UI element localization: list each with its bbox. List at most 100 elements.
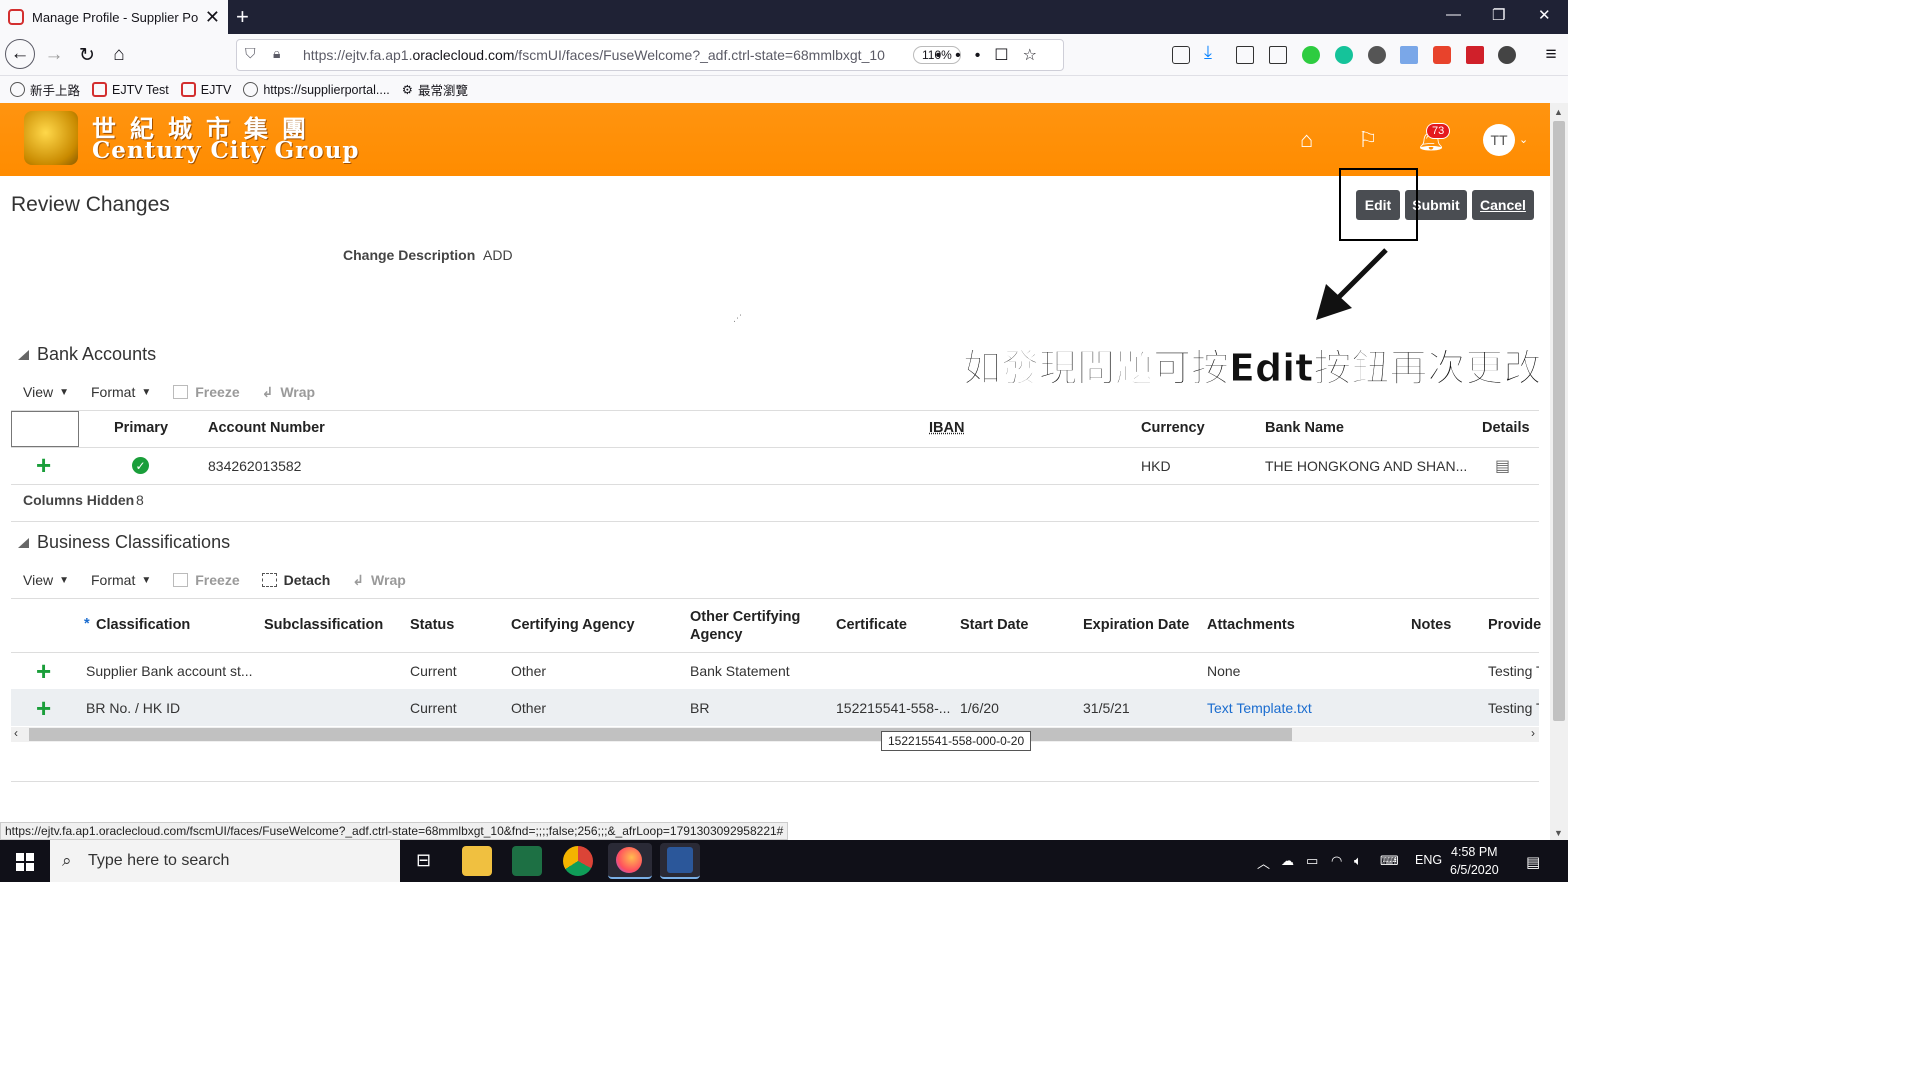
url-text[interactable]: https://ejtv.fa.ap1.oraclecloud.com/fscm…	[303, 47, 893, 63]
column-header-primary[interactable]: Primary	[114, 420, 168, 436]
scrollbar-thumb[interactable]	[29, 728, 1292, 741]
column-header-start-date[interactable]: Start Date	[960, 617, 1029, 633]
onedrive-icon[interactable]: ☁	[1281, 853, 1294, 869]
download-icon[interactable]: ⤓	[1204, 42, 1222, 62]
page-scrollbar[interactable]: ▲ ▼	[1550, 103, 1568, 840]
scrollbar-thumb[interactable]	[1553, 121, 1565, 721]
taskbar-search[interactable]: ⌕ Type here to search	[50, 840, 400, 882]
collapse-icon[interactable]	[18, 349, 29, 360]
action-center-icon[interactable]: ▤	[1526, 853, 1540, 871]
table-horizontal-scrollbar[interactable]: ‹ ›	[11, 726, 1539, 742]
close-tab-icon[interactable]: ✕	[205, 7, 220, 28]
shield-icon[interactable]: ⛉	[245, 45, 256, 62]
flag-icon[interactable]: ⚐	[1358, 127, 1378, 153]
grammarly-icon[interactable]	[1335, 46, 1353, 64]
column-header-currency[interactable]: Currency	[1141, 420, 1205, 436]
menu-icon[interactable]: ≡	[1538, 42, 1564, 68]
battery-icon[interactable]: ▭	[1306, 853, 1318, 869]
chevron-down-icon[interactable]: ⌄	[1519, 133, 1528, 146]
column-header-notes[interactable]: Notes	[1411, 617, 1451, 633]
reading-list-icon[interactable]	[1172, 46, 1190, 64]
excel-icon[interactable]	[512, 846, 542, 876]
column-header-certifying-agency[interactable]: Certifying Agency	[511, 617, 635, 633]
word-taskbar-item[interactable]	[660, 843, 700, 879]
scroll-down-icon[interactable]: ▼	[1554, 828, 1563, 838]
bookmark-item[interactable]: 新手上路	[10, 80, 80, 99]
restore-icon[interactable]: ❐	[1492, 6, 1505, 24]
url-bar[interactable]: ⛉ 🔒︎ https://ejtv.fa.ap1.oraclecloud.com…	[236, 39, 1064, 71]
notification-badge[interactable]: 73	[1426, 123, 1451, 139]
language-indicator[interactable]: ENG	[1415, 853, 1442, 867]
cancel-button[interactable]: Cancel	[1472, 190, 1534, 220]
firefox-taskbar-item[interactable]	[608, 843, 652, 879]
column-header-classification[interactable]: Classification	[96, 617, 190, 633]
browser-tab[interactable]: Manage Profile - Supplier Porta ✕	[0, 0, 228, 34]
column-header-expiration-date[interactable]: Expiration Date	[1083, 617, 1189, 633]
library-icon[interactable]	[1236, 46, 1254, 64]
column-header-provided-by[interactable]: Provide	[1488, 617, 1541, 633]
freeze-button[interactable]: Freeze	[173, 384, 240, 400]
shield-ext-icon[interactable]	[1433, 46, 1451, 64]
volume-icon[interactable]: 🔈︎	[1354, 853, 1362, 869]
page-actions[interactable]: •••☐☆	[936, 45, 1052, 65]
column-header-status[interactable]: Status	[410, 617, 454, 633]
reload-icon[interactable]: ↻	[74, 42, 100, 68]
collapse-icon[interactable]	[18, 537, 29, 548]
pdf-ext-icon[interactable]	[1466, 46, 1484, 64]
bookmark-item[interactable]: https://supplierportal....	[243, 82, 390, 97]
forward-icon[interactable]: →	[41, 42, 67, 68]
view-menu[interactable]: View ▼	[23, 572, 69, 588]
view-menu[interactable]: View ▼	[23, 384, 69, 400]
detach-button[interactable]: Detach	[261, 572, 330, 588]
column-header-details[interactable]: Details	[1482, 420, 1530, 436]
details-icon[interactable]: ▤	[1495, 456, 1510, 476]
column-header-bank-name[interactable]: Bank Name	[1265, 420, 1344, 436]
logo-english-name: Century City Group	[92, 137, 360, 164]
format-menu[interactable]: Format ▼	[91, 384, 151, 400]
attachment-link[interactable]: Text Template.txt	[1207, 700, 1312, 716]
column-header-other-certifying-agency[interactable]: Other Certifying Agency	[690, 608, 820, 644]
wrap-button[interactable]: ↲ Wrap	[352, 572, 405, 589]
row-selector-header[interactable]	[11, 411, 79, 447]
account-icon[interactable]	[1368, 46, 1386, 64]
scroll-left-icon[interactable]: ‹	[14, 726, 18, 740]
firefox-icon	[616, 847, 642, 873]
new-tab-icon[interactable]: +	[236, 4, 249, 30]
bookmark-item[interactable]: EJTV	[180, 82, 231, 97]
business-classifications-header[interactable]: Business Classifications	[18, 532, 230, 553]
extension-check-icon[interactable]	[1302, 46, 1320, 64]
scroll-right-icon[interactable]: ›	[1531, 726, 1535, 740]
scroll-up-icon[interactable]: ▲	[1554, 107, 1563, 117]
bookmark-ext-icon[interactable]	[1400, 46, 1418, 64]
wifi-icon[interactable]: ◠	[1331, 853, 1342, 869]
column-header-subclassification[interactable]: Subclassification	[264, 617, 383, 633]
freeze-button[interactable]: Freeze	[173, 572, 240, 588]
extension-icon[interactable]	[1498, 46, 1516, 64]
format-menu[interactable]: Format ▼	[91, 572, 151, 588]
column-header-account-number[interactable]: Account Number	[208, 420, 325, 436]
windows-start-icon[interactable]	[16, 853, 34, 871]
bookmark-item[interactable]: ⚙ 最常瀏覽	[402, 80, 468, 99]
taskbar-clock[interactable]: 4:58 PM 6/5/2020	[1450, 843, 1499, 879]
tray-chevron-icon[interactable]: ︿	[1257, 853, 1270, 872]
home-icon[interactable]: ⌂	[106, 42, 132, 68]
sidebar-icon[interactable]	[1269, 46, 1287, 64]
wrap-button[interactable]: ↲ Wrap	[262, 384, 315, 401]
column-header-certificate[interactable]: Certificate	[836, 617, 907, 633]
task-view-icon[interactable]: ⊟	[412, 846, 442, 876]
close-window-icon[interactable]: ✕	[1538, 6, 1551, 24]
column-header-attachments[interactable]: Attachments	[1207, 617, 1295, 633]
home-icon[interactable]: ⌂	[1300, 127, 1313, 153]
back-icon[interactable]: ←	[5, 39, 35, 69]
bank-accounts-header[interactable]: Bank Accounts	[18, 344, 156, 365]
chrome-icon[interactable]	[563, 846, 593, 876]
file-explorer-icon[interactable]	[462, 846, 492, 876]
resize-grip-icon[interactable]: ⋰	[733, 313, 742, 324]
avatar[interactable]: TT	[1483, 124, 1515, 156]
company-logo-icon[interactable]	[24, 111, 78, 165]
bookmark-item[interactable]: EJTV Test	[92, 82, 169, 97]
minimize-icon[interactable]: —	[1446, 6, 1461, 23]
column-header-iban[interactable]: IBAN	[929, 420, 964, 436]
keyboard-icon[interactable]: ⌨	[1380, 853, 1399, 869]
lock-icon[interactable]: 🔒︎	[273, 45, 280, 62]
